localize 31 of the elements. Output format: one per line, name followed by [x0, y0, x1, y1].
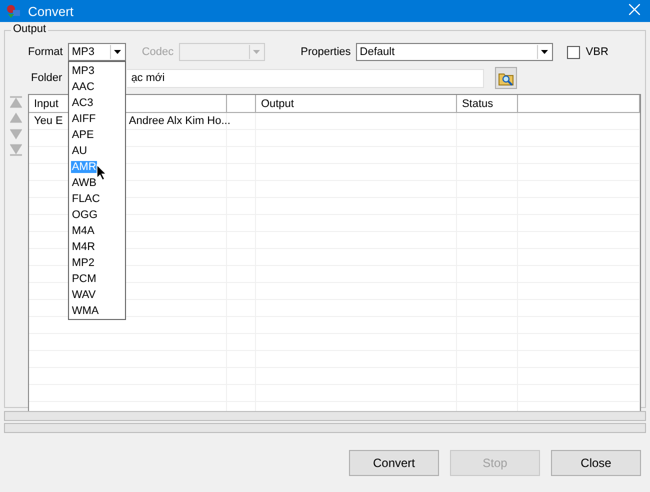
format-option[interactable]: AWB	[68, 175, 125, 191]
folder-label: Folder	[31, 72, 62, 84]
window-title: Convert	[28, 4, 75, 18]
format-option[interactable]: AU	[68, 143, 125, 159]
table-cell: Yeu E	[34, 115, 63, 127]
group-title: Output	[11, 23, 48, 35]
folder-field[interactable]: ạc mới	[127, 68, 484, 88]
format-option[interactable]: AC3	[68, 95, 125, 111]
format-option[interactable]: FLAC	[68, 191, 125, 207]
column-header[interactable]: Status	[456, 95, 518, 112]
format-option[interactable]: WMA	[68, 303, 125, 319]
format-dropdown[interactable]: MP3	[68, 43, 126, 61]
format-option[interactable]: AAC	[68, 79, 125, 95]
table-cell: Andree Alx Kim Ho...	[128, 115, 230, 127]
format-option[interactable]: M4A	[68, 223, 125, 239]
format-option[interactable]: MP2	[68, 255, 125, 271]
format-option[interactable]: AIFF	[68, 111, 125, 127]
action-button[interactable]: Close	[551, 450, 641, 476]
format-option[interactable]: WAV	[68, 287, 125, 303]
vbr-label: VBR	[586, 46, 608, 58]
format-label: Format	[28, 46, 63, 58]
column-header[interactable]: Output	[256, 95, 457, 112]
format-option[interactable]: APE	[68, 127, 125, 143]
properties-dropdown[interactable]: Default	[356, 43, 553, 61]
action-button[interactable]: Convert	[349, 450, 439, 476]
codec-label: Codec	[142, 46, 174, 58]
format-option[interactable]: M4R	[68, 239, 125, 255]
properties-label: Properties	[300, 46, 351, 58]
format-option[interactable]: OGG	[68, 207, 125, 223]
format-option[interactable]: MP3	[68, 63, 125, 79]
format-option[interactable]: PCM	[68, 271, 125, 287]
